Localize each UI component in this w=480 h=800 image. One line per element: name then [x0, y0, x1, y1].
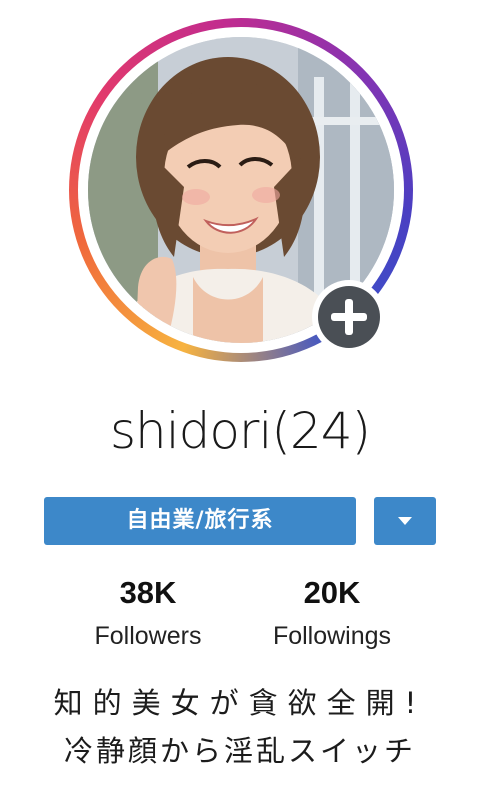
dropdown-button[interactable] [374, 497, 436, 545]
plus-icon [331, 299, 367, 335]
category-button[interactable]: 自由業/旅行系 [44, 497, 356, 545]
bio-line-2: 冷静顔から淫乱スイッチ [63, 734, 416, 768]
add-follow-button[interactable] [312, 280, 386, 354]
add-badge-circle [318, 286, 380, 348]
caret-down-icon [398, 517, 412, 525]
profile-username: shidori(24) [109, 402, 371, 460]
followings-label: Followings [272, 622, 392, 650]
followings-count: 20K [303, 575, 361, 610]
followings-stat[interactable]: 20K Followings [222, 575, 442, 651]
bio-line-1: 知的美女が貪欲全開! [53, 686, 427, 720]
